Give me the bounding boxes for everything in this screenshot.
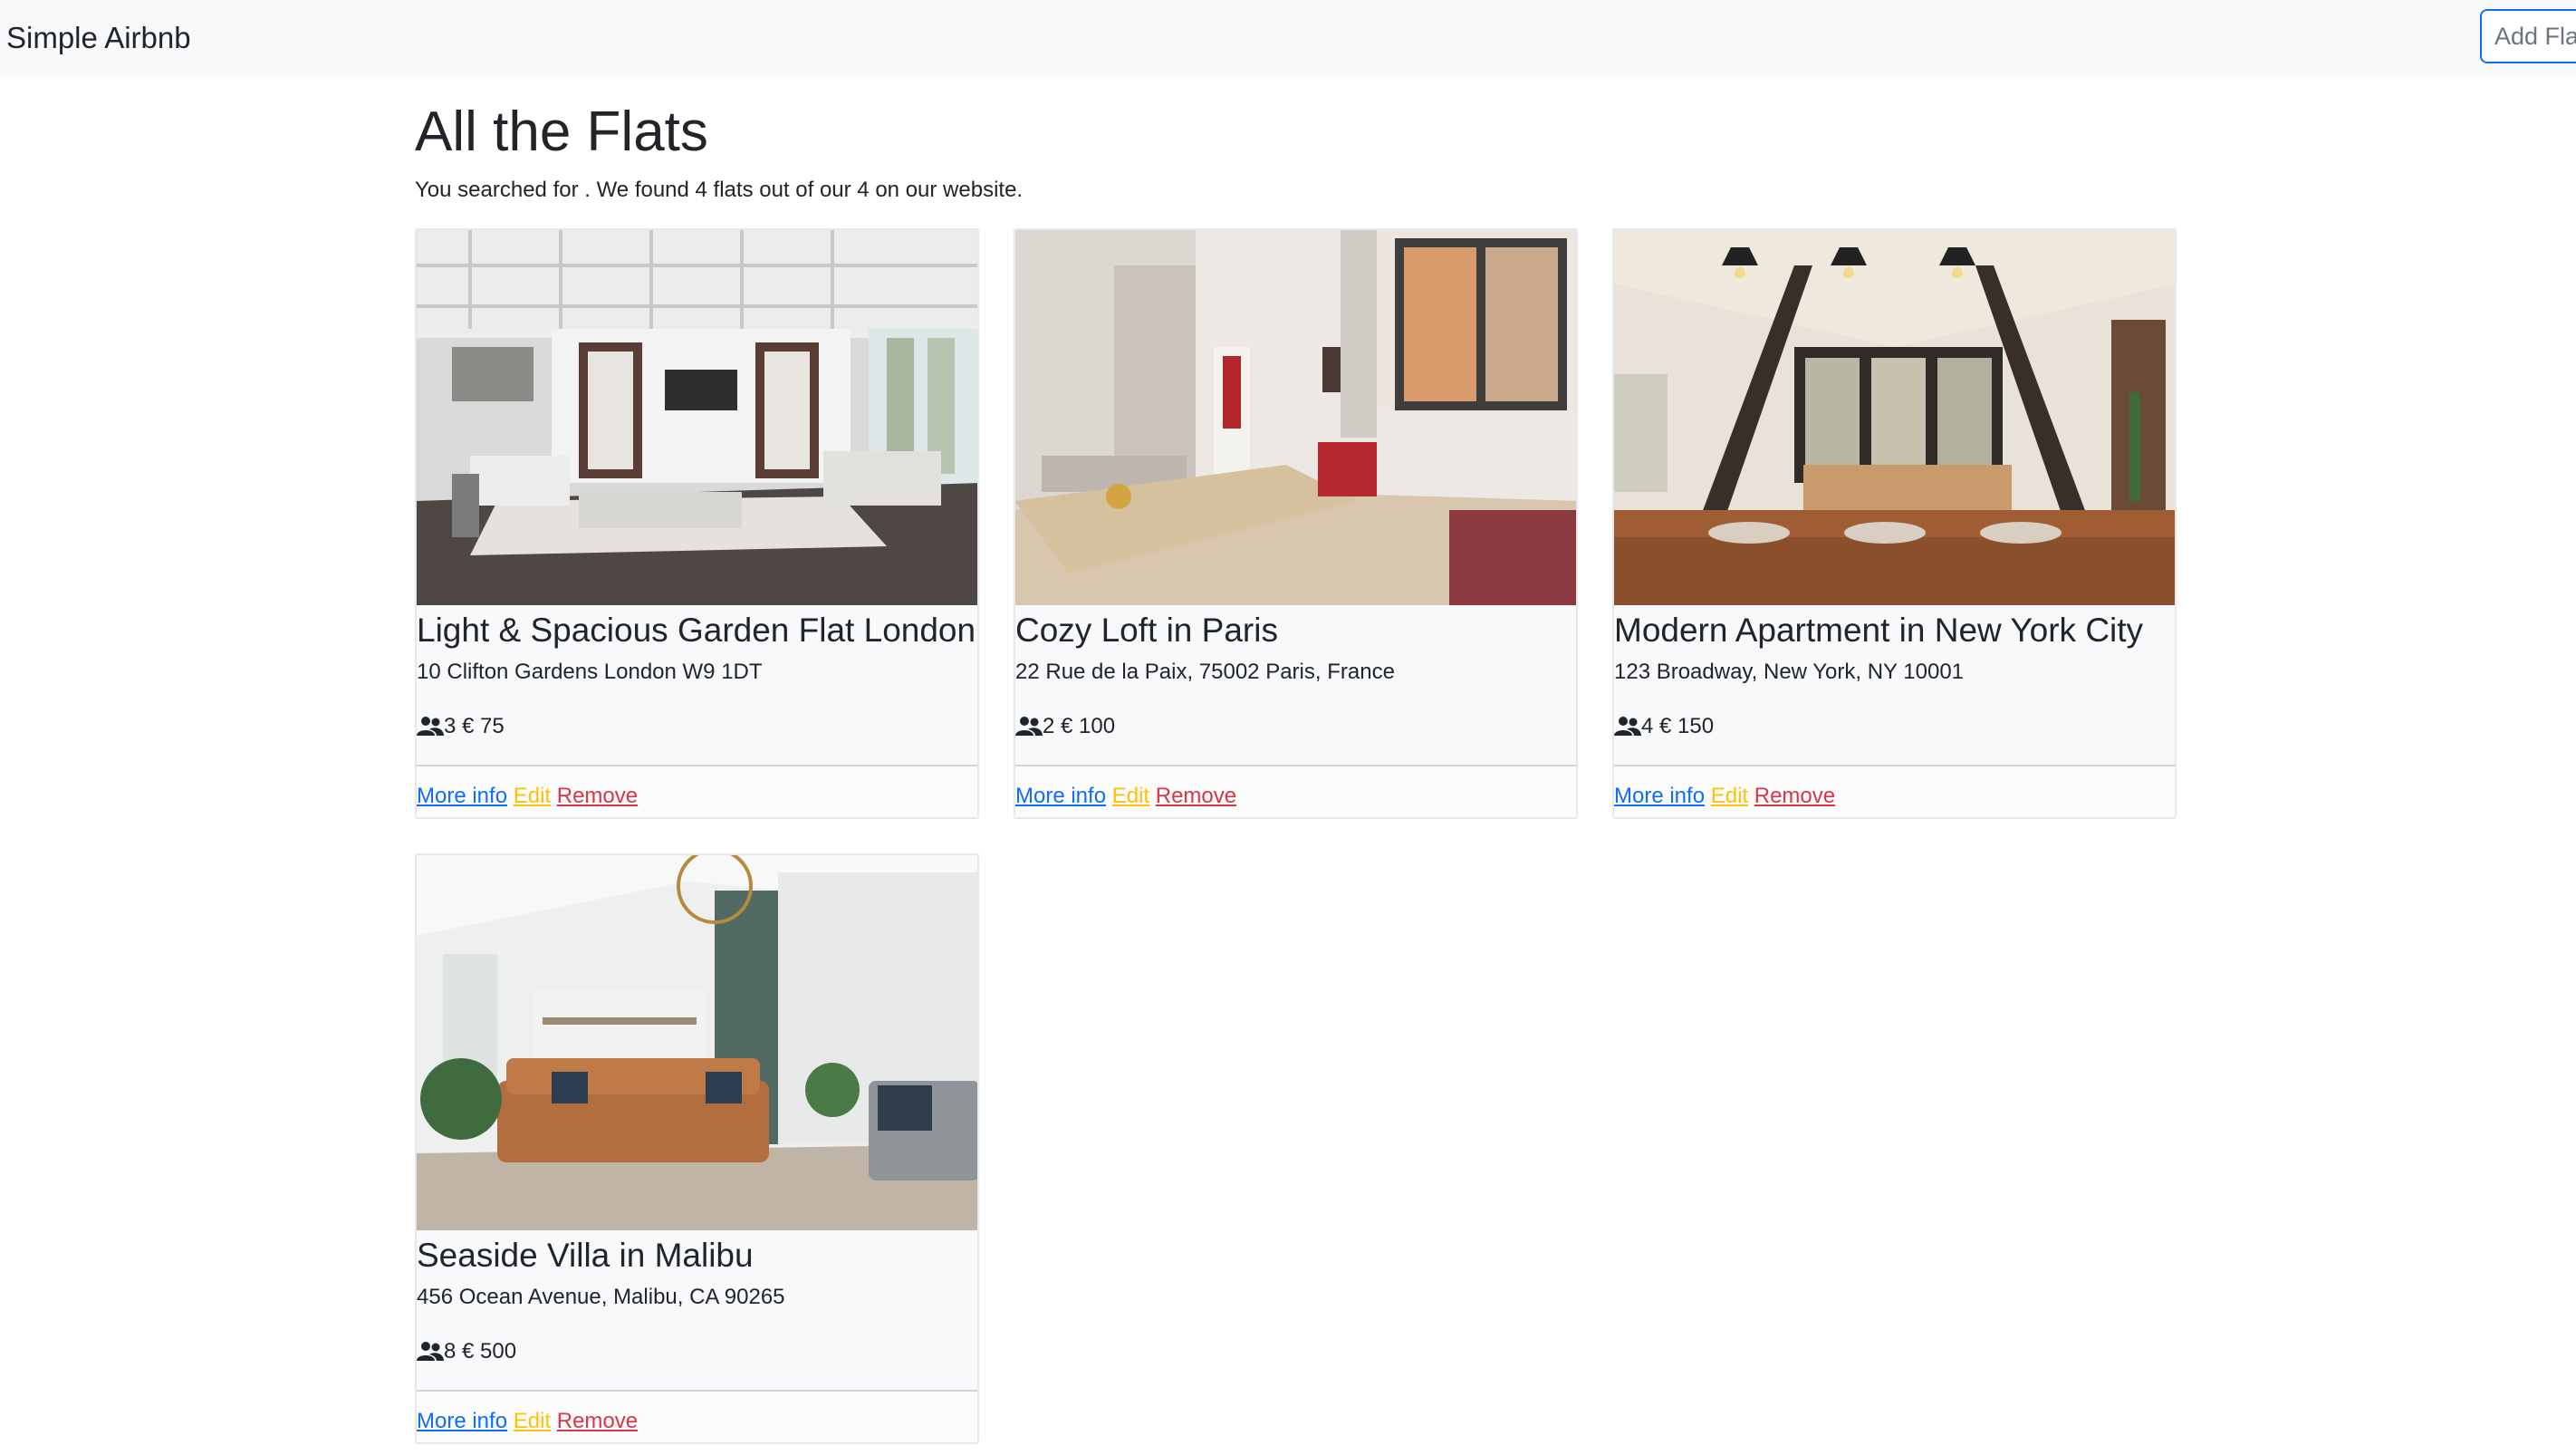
flat-photo[interactable] <box>1614 230 2175 605</box>
card-footer: More info Edit Remove <box>417 1390 977 1442</box>
edit-link[interactable]: Edit <box>514 784 551 808</box>
flat-meta: 8 € 500 <box>417 1337 516 1366</box>
flat-price: € 100 <box>1061 714 1116 738</box>
flat-name: Seaside Villa in Malibu <box>417 1237 754 1274</box>
card-actions: More info Edit Remove <box>417 782 638 811</box>
edit-link[interactable]: Edit <box>1112 784 1149 808</box>
flat-guests: 3 <box>444 714 457 738</box>
flat-guests: 2 <box>1043 714 1055 738</box>
flat-photo[interactable] <box>417 230 977 605</box>
flat-card: Seaside Villa in Malibu 456 Ocean Avenue… <box>415 853 979 1444</box>
flat-guests: 4 <box>1641 714 1654 738</box>
edit-link[interactable]: Edit <box>1711 784 1748 808</box>
people-icon <box>1614 717 1641 736</box>
card-actions: More info Edit Remove <box>1015 782 1236 811</box>
card-footer: More info Edit Remove <box>417 765 977 817</box>
flat-name: Modern Apartment in New York City <box>1614 612 2144 649</box>
flat-photo[interactable] <box>417 855 977 1230</box>
search-summary: You searched for . We found 4 flats out … <box>415 178 1024 202</box>
flat-price: € 500 <box>462 1339 517 1363</box>
flat-guests: 8 <box>444 1339 457 1363</box>
page-title: All the Flats <box>415 101 708 163</box>
page: Simple Airbnb Add Flat All the Flats You… <box>0 0 2576 1455</box>
people-icon <box>417 717 444 736</box>
flat-name: Light & Spacious Garden Flat London <box>417 612 976 649</box>
flat-name: Cozy Loft in Paris <box>1015 612 1278 649</box>
remove-link[interactable]: Remove <box>1156 784 1236 808</box>
edit-link[interactable]: Edit <box>514 1409 551 1433</box>
flat-address: 10 Clifton Gardens London W9 1DT <box>417 660 763 684</box>
people-icon <box>1015 717 1043 736</box>
more-info-link[interactable]: More info <box>417 1409 507 1433</box>
flat-address: 22 Rue de la Paix, 75002 Paris, France <box>1015 660 1395 684</box>
remove-link[interactable]: Remove <box>557 784 638 808</box>
card-footer: More info Edit Remove <box>1614 765 2175 817</box>
more-info-link[interactable]: More info <box>417 784 507 808</box>
flat-meta: 4 € 150 <box>1614 712 1714 741</box>
remove-link[interactable]: Remove <box>557 1409 638 1433</box>
flat-address: 456 Ocean Avenue, Malibu, CA 90265 <box>417 1285 785 1309</box>
card-actions: More info Edit Remove <box>417 1407 638 1436</box>
more-info-link[interactable]: More info <box>1614 784 1705 808</box>
flat-photo[interactable] <box>1015 230 1576 605</box>
card-actions: More info Edit Remove <box>1614 782 1835 811</box>
flat-card: Modern Apartment in New York City 123 Br… <box>1612 228 2177 819</box>
add-flat-button[interactable]: Add Flat <box>2480 9 2576 63</box>
flat-price: € 150 <box>1659 714 1715 738</box>
flat-address: 123 Broadway, New York, NY 10001 <box>1614 660 1965 684</box>
more-info-link[interactable]: More info <box>1015 784 1106 808</box>
navbar: Simple Airbnb Add Flat <box>0 0 2576 77</box>
flat-price: € 75 <box>462 714 505 738</box>
flat-meta: 3 € 75 <box>417 712 505 741</box>
remove-link[interactable]: Remove <box>1754 784 1835 808</box>
flat-card: Light & Spacious Garden Flat London 10 C… <box>415 228 979 819</box>
brand-link[interactable]: Simple Airbnb <box>6 18 191 58</box>
people-icon <box>417 1342 444 1361</box>
card-footer: More info Edit Remove <box>1015 765 1576 817</box>
flat-meta: 2 € 100 <box>1015 712 1115 741</box>
flat-card: Cozy Loft in Paris 22 Rue de la Paix, 75… <box>1014 228 1578 819</box>
